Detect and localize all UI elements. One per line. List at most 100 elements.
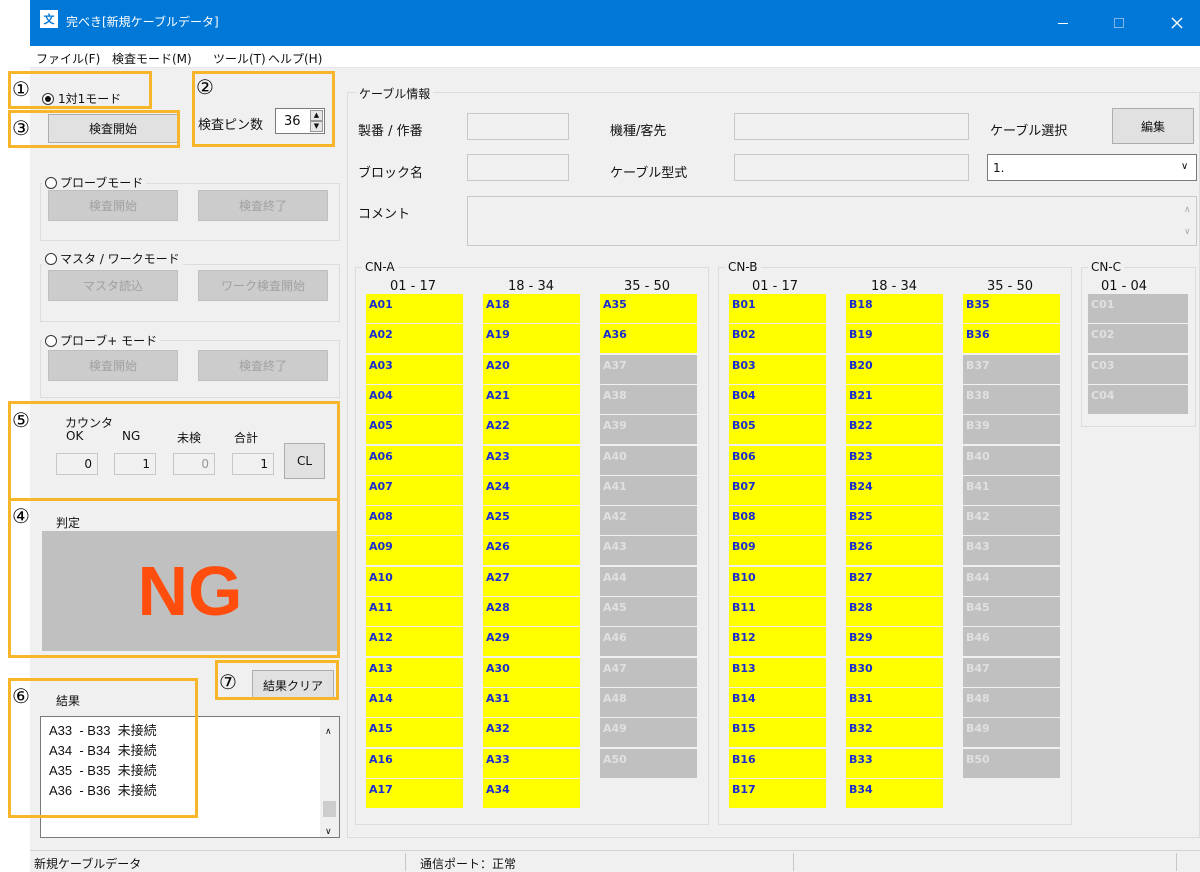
app-logo-icon: 文 (40, 10, 58, 28)
annotation-6: ⑥ (12, 684, 30, 708)
annotation-7: ⑦ (219, 670, 237, 694)
mode1-radio[interactable]: 1対1モード (42, 90, 121, 107)
pin-b25: B25 (846, 506, 943, 536)
radio-icon (45, 176, 57, 189)
pin-b29: B29 (846, 627, 943, 657)
probeplus-mode-label: プローブ+ モード (60, 334, 158, 348)
counter-ng-label: NG (122, 429, 141, 443)
scroll-up-icon[interactable]: ∧ (325, 721, 332, 741)
close-button[interactable] (1154, 0, 1200, 46)
probe-mode-radio[interactable]: プローブモード (42, 174, 147, 191)
edit-button[interactable]: 編集 (1112, 108, 1194, 144)
pin-b21: B21 (846, 384, 943, 414)
annotation-3: ③ (12, 116, 30, 140)
work-start-button[interactable]: ワーク検査開始 (198, 270, 328, 301)
pin-b35: B35 (963, 294, 1060, 323)
pin-a48: A48 (600, 687, 697, 717)
probe-end-button[interactable]: 検査終了 (198, 190, 328, 221)
counter-unchecked-value: 0 (173, 453, 215, 475)
comment-field[interactable]: ∧ ∨ (467, 196, 1197, 246)
scroll-thumb[interactable] (323, 801, 336, 817)
pin-b32: B32 (846, 718, 943, 748)
pin-b08: B08 (729, 506, 826, 536)
close-icon (1171, 17, 1183, 29)
mode1-start-button[interactable]: 検査開始 (48, 114, 178, 143)
master-load-button[interactable]: マスタ読込 (48, 270, 178, 301)
annotation-5: ⑤ (12, 408, 30, 432)
scroll-down-icon[interactable]: ∨ (1184, 227, 1191, 237)
pin-a22: A22 (483, 415, 580, 445)
pins-spinner[interactable]: 36 ▲ ▼ (275, 108, 325, 134)
pin-c01: C01 (1088, 294, 1188, 323)
pin-a40: A40 (600, 445, 697, 475)
pin-a12: A12 (366, 627, 463, 657)
counter-clear-button[interactable]: CL (284, 443, 325, 479)
pin-a21: A21 (483, 384, 580, 414)
probeplus-end-button[interactable]: 検査終了 (198, 350, 328, 381)
menu-help[interactable]: ヘルプ(H) (268, 50, 322, 67)
maximize-button[interactable] (1096, 0, 1142, 46)
menu-tools[interactable]: ツール(T) (213, 50, 266, 67)
counter-ng-value: 1 (114, 453, 156, 475)
model-field[interactable] (734, 113, 969, 140)
pin-b20: B20 (846, 354, 943, 384)
cable-select-dropdown[interactable]: 1. ∨ (987, 154, 1197, 181)
pin-b23: B23 (846, 445, 943, 475)
counter-ok-label: OK (66, 429, 84, 443)
pin-b45: B45 (963, 597, 1060, 626)
pin-b14: B14 (729, 687, 826, 717)
probe-start-button[interactable]: 検査開始 (48, 190, 178, 221)
status-left: 新規ケーブルデータ (34, 857, 142, 871)
pin-a49: A49 (600, 718, 697, 748)
cn-a-title: CN-A (362, 260, 398, 274)
cable-select-label: ケーブル選択 (990, 124, 1068, 139)
scroll-up-icon[interactable]: ∧ (1184, 205, 1191, 215)
scroll-down-icon[interactable]: ∨ (325, 821, 332, 841)
range-label: 01 - 17 (752, 279, 799, 294)
master-mode-radio[interactable]: マスタ / ワークモード (42, 250, 183, 267)
status-divider (1176, 853, 1177, 871)
pin-b27: B27 (846, 566, 943, 596)
result-list[interactable]: A33 - B33 未接続 A34 - B34 未接続 A35 - B35 未接… (40, 716, 340, 838)
range-label: 35 - 50 (624, 279, 671, 294)
menu-inspect-mode[interactable]: 検査モード(M) (112, 50, 192, 67)
pin-a03: A03 (366, 354, 463, 384)
status-divider (405, 853, 406, 871)
serial-field[interactable] (467, 113, 569, 140)
block-field[interactable] (467, 154, 569, 181)
result-clear-button[interactable]: 結果クリア (252, 670, 334, 700)
menu-file[interactable]: ファイル(F) (36, 50, 100, 67)
radio-icon (45, 252, 57, 265)
cable-type-field[interactable] (734, 154, 969, 181)
pin-b22: B22 (846, 415, 943, 445)
pin-a09: A09 (366, 536, 463, 566)
pin-a08: A08 (366, 506, 463, 536)
pin-b41: B41 (963, 475, 1060, 505)
counter-ok-value: 0 (56, 453, 98, 475)
pin-b28: B28 (846, 597, 943, 626)
pin-b30: B30 (846, 657, 943, 687)
pins-value: 36 (284, 114, 301, 129)
range-label: 18 - 34 (871, 279, 918, 294)
pin-b36: B36 (963, 324, 1060, 354)
menu-bar: ファイル(F) 検査モード(M) ツール(T) ヘルプ(H) (30, 46, 1200, 68)
pin-c04: C04 (1088, 384, 1188, 414)
pin-a46: A46 (600, 627, 697, 657)
spinner-down-button[interactable]: ▼ (310, 121, 323, 132)
probeplus-start-button[interactable]: 検査開始 (48, 350, 178, 381)
window-title: 完べき[新規ケーブルデータ] (66, 15, 219, 29)
pin-b19: B19 (846, 324, 943, 354)
pin-b02: B02 (729, 324, 826, 354)
pin-a38: A38 (600, 384, 697, 414)
pin-b06: B06 (729, 445, 826, 475)
cable-type-label: ケーブル型式 (610, 166, 688, 181)
result-scrollbar[interactable]: ∧ ∨ (320, 717, 339, 837)
probeplus-mode-radio[interactable]: プローブ+ モード (42, 332, 161, 349)
minimize-icon (1058, 22, 1068, 24)
pin-b03: B03 (729, 354, 826, 384)
spinner-up-button[interactable]: ▲ (310, 110, 323, 121)
pin-a44: A44 (600, 566, 697, 596)
pin-b37: B37 (963, 354, 1060, 384)
pin-a02: A02 (366, 324, 463, 354)
minimize-button[interactable] (1040, 0, 1086, 46)
